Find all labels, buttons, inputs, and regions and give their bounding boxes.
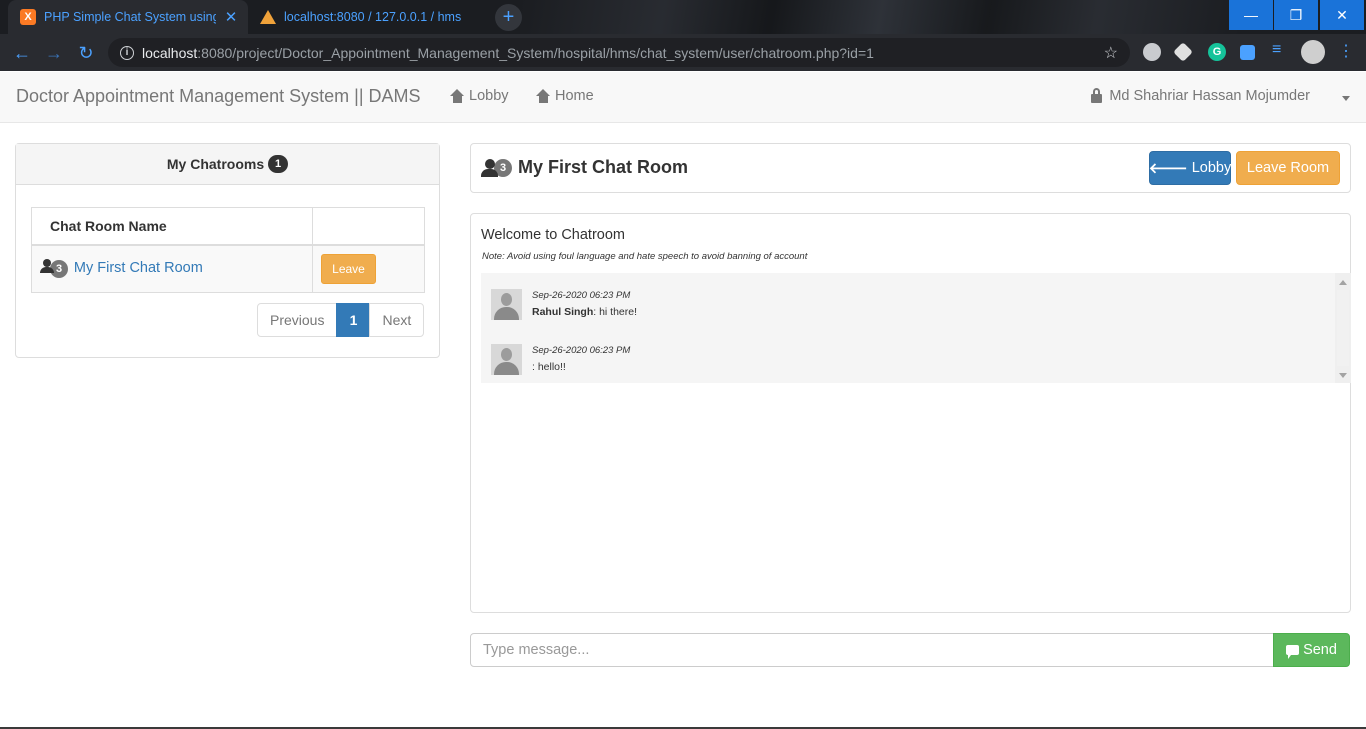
message-text: : hello!!	[532, 361, 566, 373]
browser-toolbar: ← → ↻ i localhost:8080/project/Doctor_Ap…	[0, 34, 1366, 71]
avatar	[491, 289, 522, 320]
send-button[interactable]: Send	[1273, 633, 1350, 667]
my-chatrooms-panel: My Chatrooms 1 Chat Room Name 3 My First…	[15, 143, 440, 358]
back-to-lobby-button[interactable]: 🡐 Lobby	[1149, 151, 1231, 185]
panel-heading: My Chatrooms 1	[16, 144, 439, 185]
close-tab-icon[interactable]: ✕	[224, 8, 238, 26]
new-tab-button[interactable]: +	[495, 4, 522, 31]
bookmark-star-icon[interactable]: ☆	[1104, 43, 1118, 63]
nav-lobby-link[interactable]: Lobby	[450, 88, 509, 104]
lock-icon	[1091, 87, 1103, 103]
browser-tab-strip: X PHP Simple Chat System using A ✕ local…	[0, 0, 1366, 34]
url-path: :8080/project/Doctor_Appointment_Managem…	[197, 44, 874, 61]
room-name: My First Chat Room	[518, 157, 689, 177]
gear-extension-icon[interactable]	[1173, 42, 1193, 62]
scroll-down-icon[interactable]	[1339, 373, 1347, 378]
arrow-left-icon: 🡐	[1148, 160, 1188, 177]
close-window-button[interactable]: ✕	[1320, 0, 1364, 30]
comment-icon	[1286, 645, 1300, 659]
app-navbar: Doctor Appointment Management System || …	[0, 72, 1366, 123]
table-header-row: Chat Room Name	[31, 207, 425, 246]
forward-arrow-icon[interactable]: →	[42, 41, 66, 65]
message-input[interactable]	[470, 633, 1274, 667]
nav-home-link[interactable]: Home	[536, 88, 594, 104]
message-scrollbar[interactable]	[1335, 273, 1351, 383]
send-label: Send	[1303, 642, 1337, 658]
message-timestamp: Sep-26-2020 06:23 PM	[532, 345, 631, 356]
browser-menu-icon[interactable]: ⋮	[1338, 41, 1354, 60]
message-sender: Rahul Singh	[532, 306, 594, 318]
minimize-window-button[interactable]: —	[1229, 0, 1273, 30]
extensions-puzzle-icon[interactable]	[1240, 45, 1255, 60]
user-menu-toggle[interactable]: Md Shahriar Hassan Mojumder	[1091, 87, 1310, 104]
user-icon	[481, 158, 498, 177]
home-icon	[450, 89, 465, 103]
site-info-icon[interactable]: i	[120, 45, 134, 60]
message-list[interactable]: Sep-26-2020 06:23 PM Rahul Singh: hi the…	[481, 273, 1351, 383]
chat-rules-note: Note: Avoid using foul language and hate…	[482, 251, 808, 262]
chevron-down-icon[interactable]	[1342, 96, 1350, 101]
message-text: : hi there!	[593, 306, 638, 318]
xampp-icon: X	[20, 9, 36, 25]
pagination-next[interactable]: Next	[369, 303, 425, 337]
leave-room-button[interactable]: Leave	[321, 253, 376, 284]
url-host: localhost	[142, 44, 198, 61]
browser-tab-phpmyadmin[interactable]: localhost:8080 / 127.0.0.1 / hms	[248, 0, 488, 34]
chat-panel: Welcome to Chatroom Note: Avoid using fo…	[470, 213, 1351, 613]
column-header-action	[312, 207, 425, 246]
profile-avatar-icon[interactable]	[1301, 40, 1325, 64]
room-title: 3 My First Chat Room	[481, 157, 688, 178]
leave-room-button[interactable]: Leave Room	[1236, 151, 1340, 185]
user-icon	[40, 259, 54, 274]
scrollbar-thumb[interactable]	[1337, 290, 1349, 366]
browser-tab-chat[interactable]: X PHP Simple Chat System using A ✕	[8, 0, 248, 34]
phpmyadmin-icon	[260, 10, 276, 24]
room-action-cell: Leave	[312, 244, 425, 293]
room-header: 3 My First Chat Room 🡐 Lobby Leave Room	[470, 143, 1351, 193]
home-icon	[536, 89, 551, 103]
panel-title: My Chatrooms	[166, 156, 265, 172]
avatar	[491, 344, 522, 375]
lobby-button-label: Lobby	[1191, 160, 1232, 176]
table-row: 3 My First Chat Room Leave	[31, 244, 425, 293]
grammarly-extension-icon[interactable]: G	[1208, 43, 1226, 61]
restore-window-button[interactable]: ❐	[1274, 0, 1318, 30]
nav-home-label: Home	[555, 88, 594, 104]
reload-icon[interactable]: ↻	[74, 41, 98, 65]
chatrooms-table: Chat Room Name 3 My First Chat Room Leav…	[31, 207, 425, 293]
globe-extension-icon[interactable]	[1143, 43, 1161, 61]
back-arrow-icon[interactable]: ←	[10, 41, 34, 65]
message-body: Rahul Singh: hi there!	[532, 306, 637, 318]
column-header-room-name[interactable]: Chat Room Name	[31, 207, 313, 246]
message-body: : hello!!	[532, 361, 566, 373]
pagination-page-1[interactable]: 1	[336, 303, 371, 337]
pagination: Previous 1 Next	[257, 303, 425, 337]
tab-title: localhost:8080 / 127.0.0.1 / hms	[284, 10, 462, 24]
room-name-cell: 3 My First Chat Room	[31, 244, 313, 293]
media-control-icon[interactable]: ≡	[1272, 41, 1292, 59]
nav-lobby-label: Lobby	[469, 88, 509, 104]
pagination-previous[interactable]: Previous	[257, 303, 338, 337]
scroll-up-icon[interactable]	[1339, 280, 1347, 285]
room-link[interactable]: My First Chat Room	[74, 260, 203, 276]
user-name: Md Shahriar Hassan Mojumder	[1109, 88, 1310, 104]
browser-background	[520, 0, 1240, 34]
message-timestamp: Sep-26-2020 06:23 PM	[532, 290, 631, 301]
address-bar[interactable]: i localhost:8080/project/Doctor_Appointm…	[108, 38, 1130, 67]
app-brand[interactable]: Doctor Appointment Management System || …	[16, 86, 421, 107]
chatroom-count-badge: 1	[268, 155, 289, 173]
tab-title: PHP Simple Chat System using A	[44, 10, 216, 24]
welcome-heading: Welcome to Chatroom	[481, 227, 625, 243]
